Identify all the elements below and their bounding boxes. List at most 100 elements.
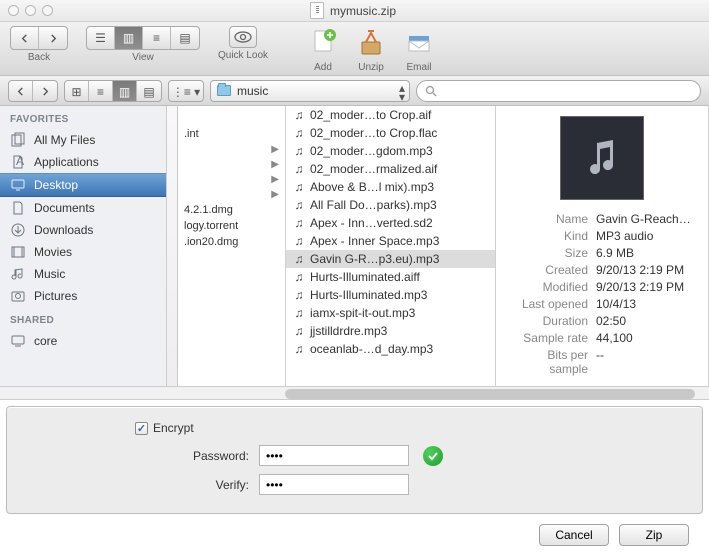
verify-label: Verify: [27,478,259,492]
chevron-right-icon: ▶ [271,159,279,170]
sidebar-item-movies[interactable]: Movies [0,241,177,263]
list-item[interactable]: ♫02_moder…rmalized.aif [286,160,495,178]
toolbar: Back ☰ ▥ ≡ ▤ View Quick Look Add Unzip E… [0,22,709,76]
list-item[interactable]: ♫Apex - Inner Space.mp3 [286,232,495,250]
sidebar-item-core[interactable]: core [0,330,177,352]
list-view-button[interactable]: ≡ [143,27,171,49]
back-button[interactable] [11,27,39,49]
sidebar-item-label: Downloads [34,223,93,237]
downloads-icon [10,222,26,238]
path-icon-view-button[interactable]: ⊞ [65,81,89,102]
list-item[interactable]: ♫All Fall Do…parks).mp3 [286,196,495,214]
sidebar-item-music[interactable]: Music [0,263,177,285]
meta-value: MP3 audio [596,229,696,243]
sidebar-item-label: Movies [34,245,72,259]
window-controls [8,5,53,16]
list-item[interactable]: ▶ [178,142,285,157]
list-item[interactable]: ♫oceanlab-…d_day.mp3 [286,340,495,358]
sidebar-item-applications[interactable]: A Applications [0,151,177,173]
applications-icon: A [10,154,26,170]
audio-file-icon: ♫ [292,126,306,140]
folder-icon [217,85,231,96]
music-icon [10,266,26,282]
meta-label: Created [508,263,588,277]
meta-value: -- [596,348,696,376]
verify-field[interactable] [259,474,409,495]
preview-metadata: NameGavin G-Reach…KindMP3 audioSize6.9 M… [508,212,696,376]
audio-file-icon: ♫ [292,216,306,230]
list-item[interactable]: ♫02_moder…to Crop.aif [286,106,495,124]
cancel-button[interactable]: Cancel [539,524,609,546]
list-item[interactable]: 4.2.1.dmg [178,202,285,218]
meta-value: 02:50 [596,314,696,328]
list-item[interactable]: ♫02_moder…gdom.mp3 [286,142,495,160]
audio-file-icon: ♫ [292,180,306,194]
path-coverflow-view-button[interactable]: ▤ [137,81,161,102]
sidebar-item-all-my-files[interactable]: All My Files [0,129,177,151]
sidebar-item-label: Desktop [34,178,78,192]
list-item[interactable]: ♫Gavin G-R…p3.eu).mp3 [286,250,495,268]
password-ok-icon [423,446,443,466]
list-item[interactable]: ▶ [178,157,285,172]
list-item[interactable]: ♫Hurts-Illuminated.mp3 [286,286,495,304]
dialog-buttons: Cancel Zip [0,514,709,558]
list-item[interactable]: ♫Apex - Inn…verted.sd2 [286,214,495,232]
audio-file-icon: ♫ [292,324,306,338]
meta-label: Kind [508,229,588,243]
minimize-window[interactable] [25,5,36,16]
path-back-button[interactable] [9,81,33,102]
meta-label: Size [508,246,588,260]
column-view-button[interactable]: ▥ [115,27,143,49]
chevron-right-icon: ▶ [271,144,279,155]
list-item[interactable]: ♫jjstilldrdre.mp3 [286,322,495,340]
meta-value: 9/20/13 2:19 PM [596,263,696,277]
encrypt-checkbox[interactable]: ✓ [135,422,148,435]
list-item[interactable]: ♫iamx-spit-it-out.mp3 [286,304,495,322]
meta-label: Duration [508,314,588,328]
encrypt-label: Encrypt [153,421,194,435]
coverflow-view-button[interactable]: ▤ [171,27,199,49]
sidebar-item-desktop[interactable]: Desktop [0,173,177,197]
list-item[interactable]: ♫02_moder…to Crop.flac [286,124,495,142]
close-window[interactable] [8,5,19,16]
movies-icon [10,244,26,260]
sidebar-item-documents[interactable]: Documents [0,197,177,219]
column-2[interactable]: ♫02_moder…to Crop.aif♫02_moder…to Crop.f… [286,106,496,386]
sidebar-item-pictures[interactable]: Pictures [0,285,177,307]
path-dropdown[interactable]: music ▴▾ [210,80,410,102]
list-item[interactable]: ▶ [178,172,285,187]
encrypt-sheet: ✓ Encrypt Password: Verify: [6,406,703,514]
list-item[interactable]: .int [178,126,285,142]
quicklook-button[interactable] [229,26,257,48]
list-item[interactable]: logy.torrent [178,218,285,234]
column-1[interactable]: .int▶▶▶▶4.2.1.dmglogy.torrent.ion20.dmg [178,106,286,386]
documents-icon [10,200,26,216]
list-item[interactable]: ♫Above & B…l mix).mp3 [286,178,495,196]
preview-pane: NameGavin G-Reach…KindMP3 audioSize6.9 M… [496,106,709,386]
email-button[interactable]: Email [402,26,436,73]
add-button[interactable]: Add [306,26,340,73]
path-column-view-button[interactable]: ▥ [113,81,137,102]
search-field[interactable] [416,80,701,102]
computer-icon [10,333,26,349]
list-item[interactable]: .ion20.dmg [178,234,285,250]
zip-button[interactable]: Zip [619,524,689,546]
view-switcher: ☰ ▥ ≡ ▤ [86,26,200,50]
zoom-window[interactable] [42,5,53,16]
sidebar-item-label: Documents [34,201,95,215]
audio-file-icon: ♫ [292,306,306,320]
audio-file-icon: ♫ [292,288,306,302]
list-item[interactable]: ▶ [178,187,285,202]
password-field[interactable] [259,445,409,466]
arrange-button[interactable]: ⋮≡ ▾ [169,81,203,102]
path-forward-button[interactable] [33,81,57,102]
icon-view-button[interactable]: ☰ [87,27,115,49]
unzip-button[interactable]: Unzip [354,26,388,73]
list-item[interactable]: ♫Hurts-Illuminated.aiff [286,268,495,286]
forward-button[interactable] [39,27,67,49]
path-list-view-button[interactable]: ≡ [89,81,113,102]
pathbar: ⊞ ≡ ▥ ▤ ⋮≡ ▾ music ▴▾ [0,76,709,106]
audio-file-icon: ♫ [292,234,306,248]
sidebar-item-downloads[interactable]: Downloads [0,219,177,241]
horizontal-scrollbar[interactable] [0,386,709,400]
